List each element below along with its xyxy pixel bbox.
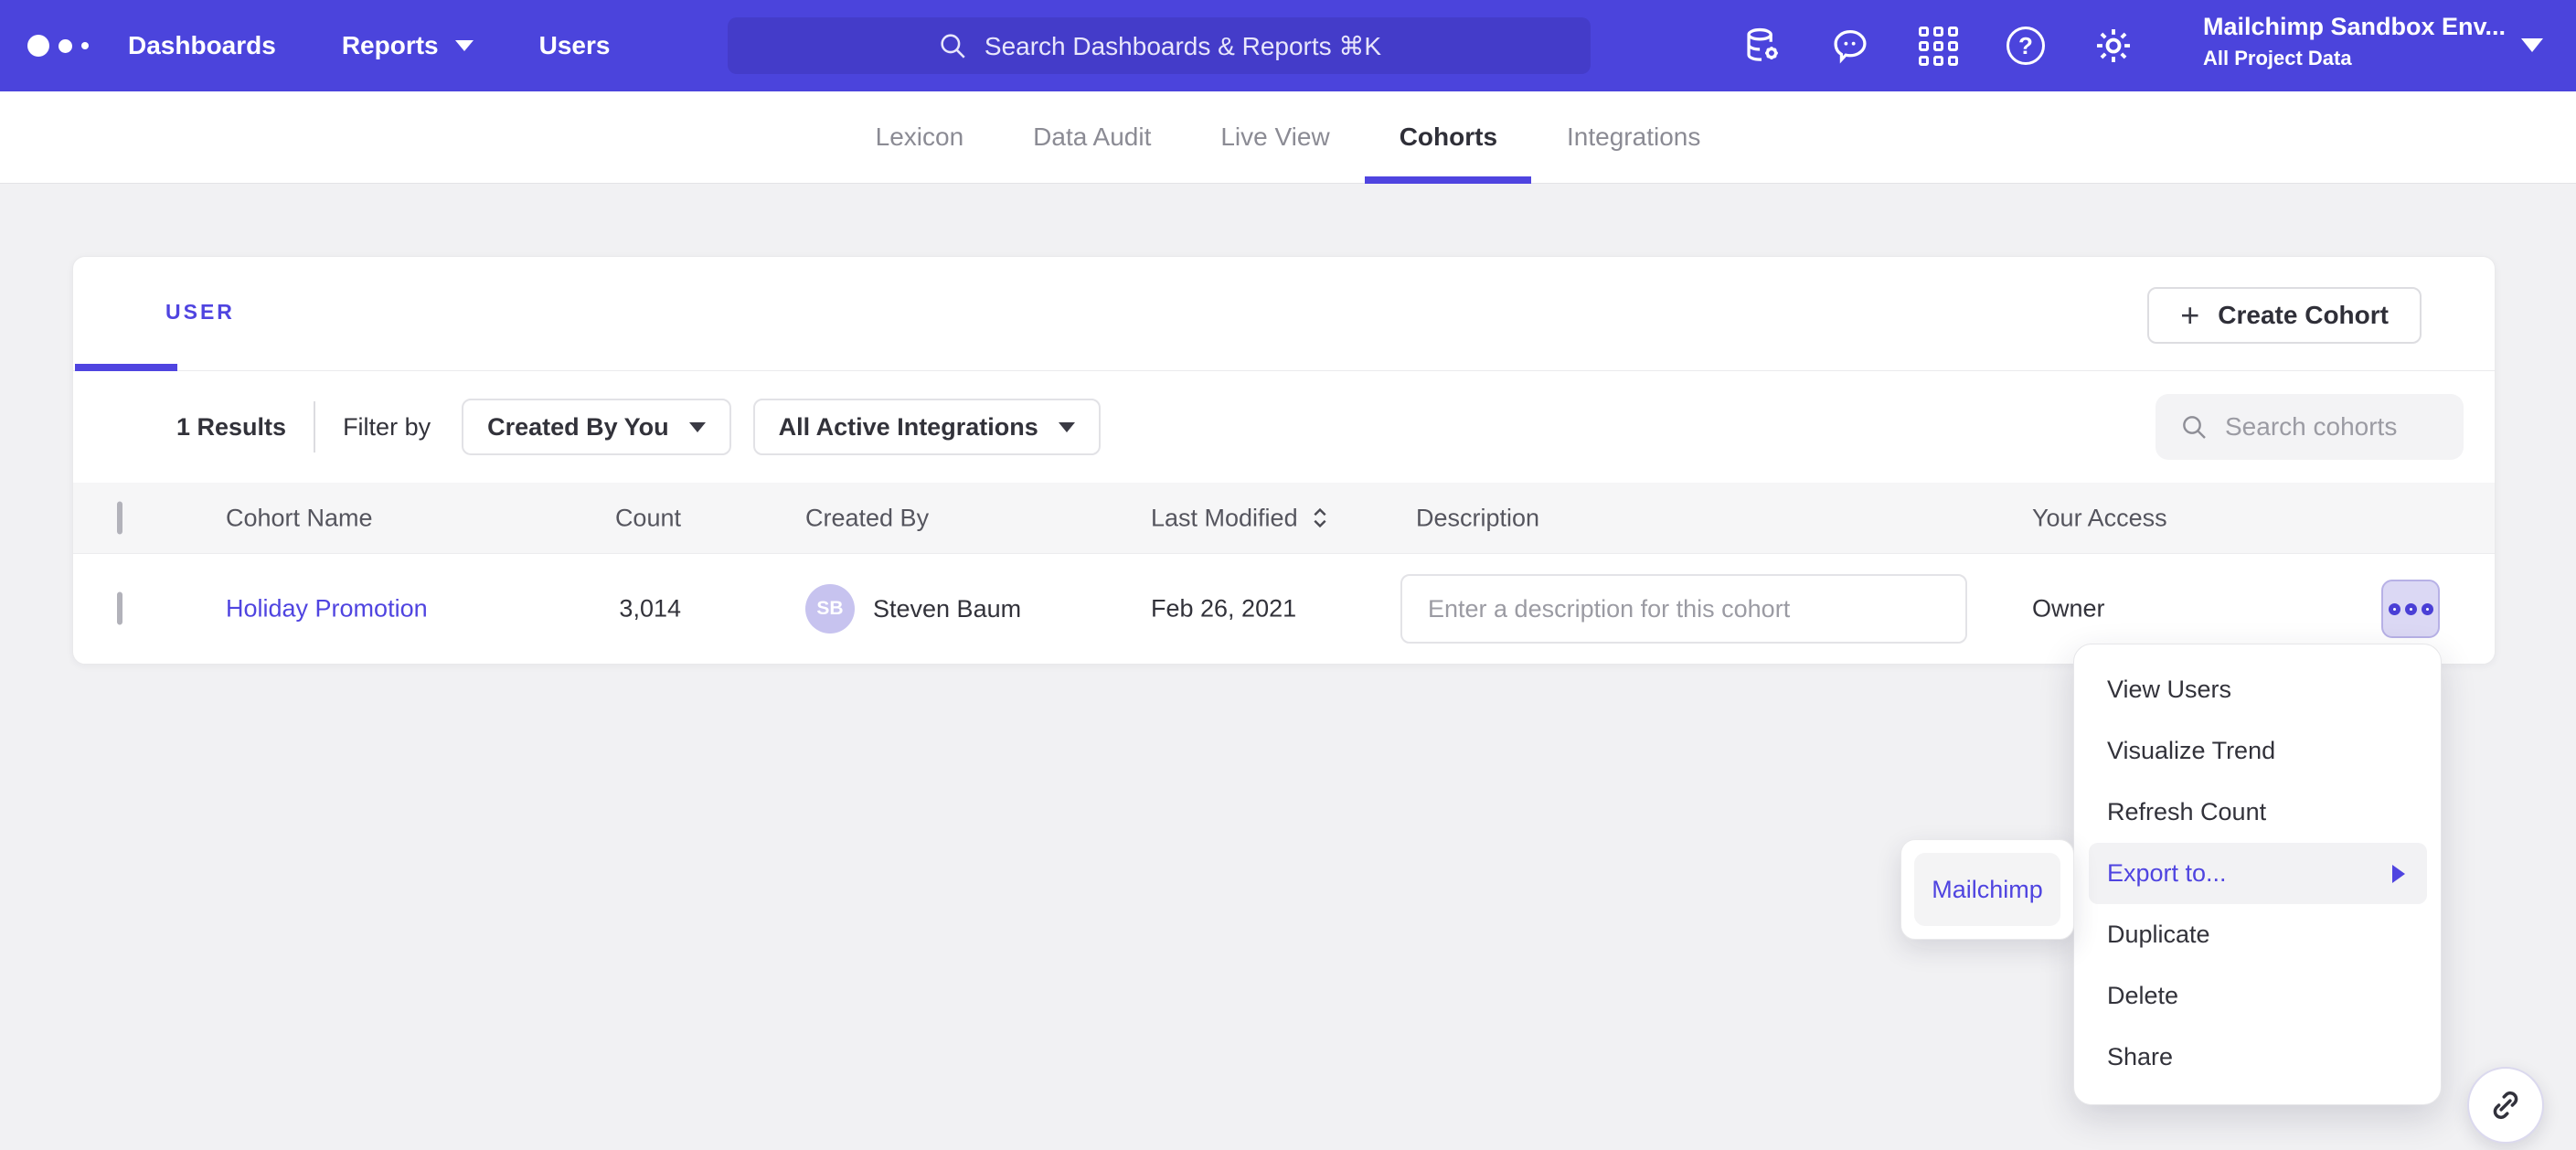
results-count: 1 Results — [176, 413, 286, 442]
tab-integrations[interactable]: Integrations — [1567, 91, 1700, 184]
global-search-placeholder: Search Dashboards & Reports ⌘K — [985, 31, 1381, 61]
menu-item-duplicate[interactable]: Duplicate — [2074, 904, 2441, 965]
menu-item-delete[interactable]: Delete — [2074, 965, 2441, 1027]
chevron-down-icon — [1059, 422, 1075, 432]
feedback-bubble-icon[interactable] — [1829, 25, 1871, 67]
last-modified-date: Feb 26, 2021 — [1151, 595, 1296, 623]
filter-bar: 1 Results Filter by Created By You All A… — [73, 371, 2495, 483]
nav-item-dashboards[interactable]: Dashboards — [128, 31, 276, 60]
help-icon[interactable]: ? — [2005, 25, 2047, 67]
filter-by-label: Filter by — [343, 413, 431, 442]
cohort-count: 3,014 — [494, 595, 681, 623]
create-cohort-button[interactable]: + Create Cohort — [2147, 287, 2422, 344]
col-cohort-name[interactable]: Cohort Name — [226, 504, 373, 532]
submenu-item-mailchimp[interactable]: Mailchimp — [1914, 853, 2060, 926]
nav-item-reports[interactable]: Reports — [342, 31, 474, 60]
row-more-options-button[interactable] — [2381, 580, 2440, 638]
divider — [314, 401, 315, 453]
chevron-down-icon — [689, 422, 706, 432]
tab-lexicon[interactable]: Lexicon — [876, 91, 964, 184]
top-navbar: Dashboards Reports Users Search Dashboar… — [0, 0, 2576, 91]
search-icon — [2179, 412, 2209, 442]
project-switcher[interactable]: Mailchimp Sandbox Env... All Project Dat… — [2203, 13, 2505, 70]
col-last-modified[interactable]: Last Modified — [1151, 504, 1329, 532]
tab-live-view[interactable]: Live View — [1220, 91, 1329, 184]
primary-nav: Dashboards Reports Users — [128, 0, 610, 91]
navbar-icon-group: ? — [1741, 0, 2134, 91]
cohort-search-box — [2156, 394, 2464, 460]
col-created-by[interactable]: Created By — [805, 504, 929, 532]
secondary-nav: Lexicon Data Audit Live View Cohorts Int… — [0, 91, 2576, 184]
menu-item-export-to[interactable]: Export to... — [2089, 843, 2427, 904]
project-chevron-down-icon[interactable] — [2521, 38, 2543, 52]
active-tab-underline — [75, 364, 177, 371]
col-count[interactable]: Count — [494, 504, 681, 532]
tab-user-cohorts[interactable]: USER — [165, 300, 235, 325]
integrations-filter-dropdown[interactable]: All Active Integrations — [753, 399, 1101, 455]
cohort-search-input[interactable] — [2225, 412, 2444, 442]
menu-item-view-users[interactable]: View Users — [2074, 659, 2441, 720]
created-by-filter-dropdown[interactable]: Created By You — [462, 399, 731, 455]
link-icon — [2486, 1086, 2525, 1124]
cohort-type-tabs: USER + Create Cohort — [73, 257, 2495, 371]
sort-arrows-icon — [1311, 506, 1329, 530]
global-search-button[interactable]: Search Dashboards & Reports ⌘K — [728, 17, 1591, 74]
access-level: Owner — [2032, 595, 2105, 623]
row-checkbox[interactable] — [117, 592, 122, 625]
project-name: Mailchimp Sandbox Env... — [2203, 13, 2505, 41]
cohort-actions-menu: View Users Visualize Trend Refresh Count… — [2073, 644, 2442, 1105]
project-scope: All Project Data — [2203, 47, 2505, 70]
menu-item-visualize-trend[interactable]: Visualize Trend — [2074, 720, 2441, 782]
submenu-arrow-icon — [2392, 865, 2405, 883]
nav-item-users[interactable]: Users — [539, 31, 611, 60]
menu-item-refresh-count[interactable]: Refresh Count — [2074, 782, 2441, 843]
table-header: Cohort Name Count Created By Last Modifi… — [73, 483, 2495, 554]
search-icon — [937, 30, 968, 61]
database-gear-icon[interactable] — [1741, 25, 1783, 67]
plus-icon: + — [2180, 299, 2199, 332]
cohort-name-link[interactable]: Holiday Promotion — [226, 595, 428, 623]
menu-item-share[interactable]: Share — [2074, 1027, 2441, 1088]
chevron-down-icon — [455, 40, 474, 51]
tab-cohorts[interactable]: Cohorts — [1400, 91, 1497, 184]
mixpanel-dots-logo[interactable] — [27, 0, 89, 91]
settings-gear-icon[interactable] — [2092, 25, 2134, 67]
avatar: SB — [805, 584, 855, 634]
copy-link-button[interactable] — [2467, 1067, 2544, 1144]
export-submenu: Mailchimp — [1900, 839, 2074, 940]
created-by-name: Steven Baum — [873, 595, 1021, 623]
col-your-access: Your Access — [2032, 504, 2167, 532]
select-all-checkbox[interactable] — [117, 501, 122, 534]
col-description: Description — [1416, 504, 1539, 532]
description-input[interactable] — [1400, 574, 1967, 644]
apps-grid-icon[interactable] — [1917, 25, 1959, 67]
tab-data-audit[interactable]: Data Audit — [1033, 91, 1151, 184]
cohorts-card: USER + Create Cohort 1 Results Filter by… — [72, 256, 2496, 665]
